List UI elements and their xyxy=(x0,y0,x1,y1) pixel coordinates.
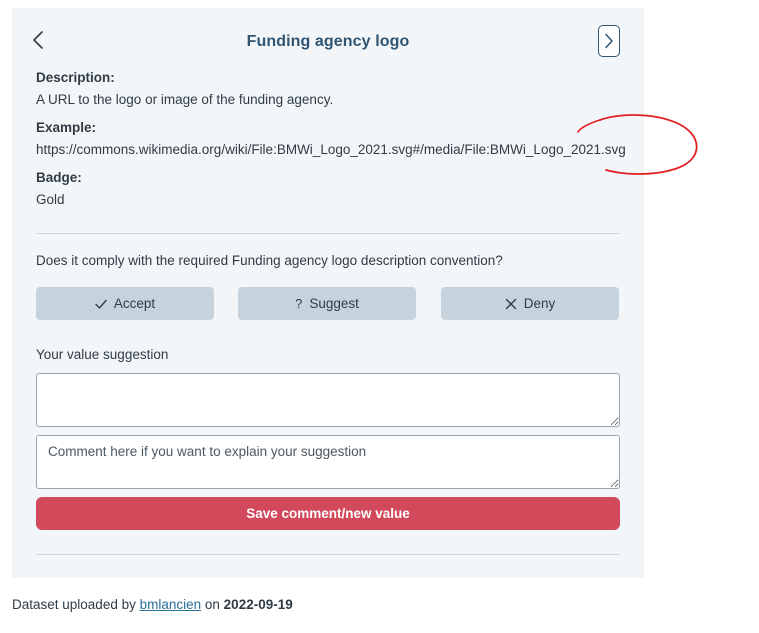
compliance-question: Does it comply with the required Funding… xyxy=(36,253,503,268)
badge-label: Badge: xyxy=(36,170,82,185)
next-button[interactable] xyxy=(598,25,620,57)
check-icon xyxy=(95,299,114,309)
comment-input[interactable] xyxy=(36,435,620,489)
example-label: Example: xyxy=(36,120,97,135)
card-header: Funding agency logo xyxy=(12,8,644,76)
footer-middle: on xyxy=(201,597,224,612)
description-value: A URL to the logo or image of the fundin… xyxy=(36,92,334,107)
accept-label: Accept xyxy=(113,296,156,311)
deny-button[interactable]: Deny xyxy=(441,287,619,320)
value-suggestion-input[interactable] xyxy=(36,373,620,427)
suggest-label: Suggest xyxy=(309,296,359,311)
example-value: https://commons.wikimedia.org/wiki/File:… xyxy=(36,142,626,157)
accept-button[interactable]: Accept xyxy=(36,287,214,320)
review-card: Funding agency logo Description: A URL t… xyxy=(12,8,644,578)
description-label: Description: xyxy=(36,70,115,85)
badge-value: Gold xyxy=(36,192,65,207)
question-icon: ? xyxy=(295,296,303,311)
suggest-button[interactable]: ? Suggest xyxy=(238,287,416,320)
x-icon xyxy=(505,298,524,310)
deny-label: Deny xyxy=(523,296,556,311)
save-button[interactable]: Save comment/new value xyxy=(36,497,620,530)
chevron-right-icon xyxy=(599,33,619,49)
value-suggestion-label: Your value suggestion xyxy=(36,347,169,362)
upload-date: 2022-09-19 xyxy=(223,597,293,612)
page-title: Funding agency logo xyxy=(246,33,410,50)
footer-prefix: Dataset uploaded by xyxy=(12,597,140,612)
uploader-link[interactable]: bmlancien xyxy=(140,597,202,612)
divider-bottom xyxy=(36,554,620,555)
divider xyxy=(36,233,620,234)
dataset-footer: Dataset uploaded by bmlancien on 2022-09… xyxy=(12,597,293,612)
